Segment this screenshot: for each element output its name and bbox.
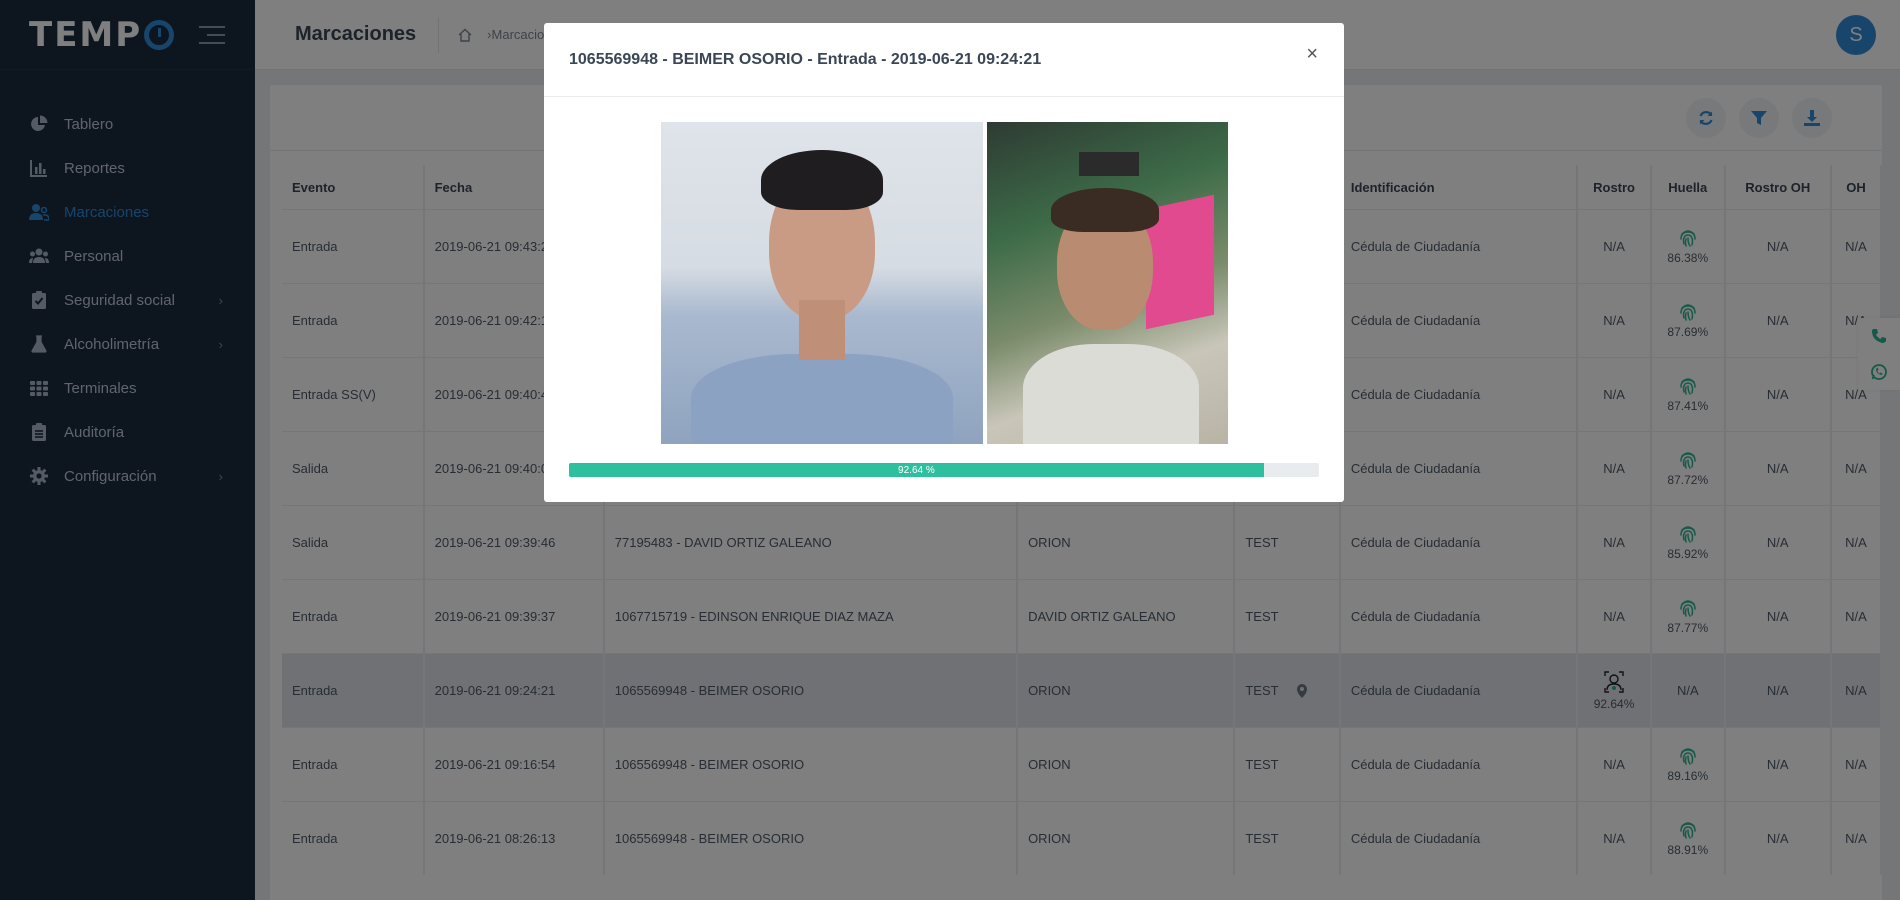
- modal-title: 1065569948 - BEIMER OSORIO - Entrada - 2…: [569, 50, 1042, 68]
- match-progress-fill: 92.64 %: [569, 463, 1264, 477]
- modal-header: 1065569948 - BEIMER OSORIO - Entrada - 2…: [544, 23, 1344, 97]
- face-match-modal: 1065569948 - BEIMER OSORIO - Entrada - 2…: [544, 23, 1344, 502]
- match-progress-bar: 92.64 %: [569, 463, 1319, 477]
- photo-comparison: [661, 122, 1228, 444]
- reference-photo: [661, 122, 983, 444]
- captured-photo: [987, 122, 1228, 444]
- close-icon[interactable]: ×: [1306, 43, 1318, 66]
